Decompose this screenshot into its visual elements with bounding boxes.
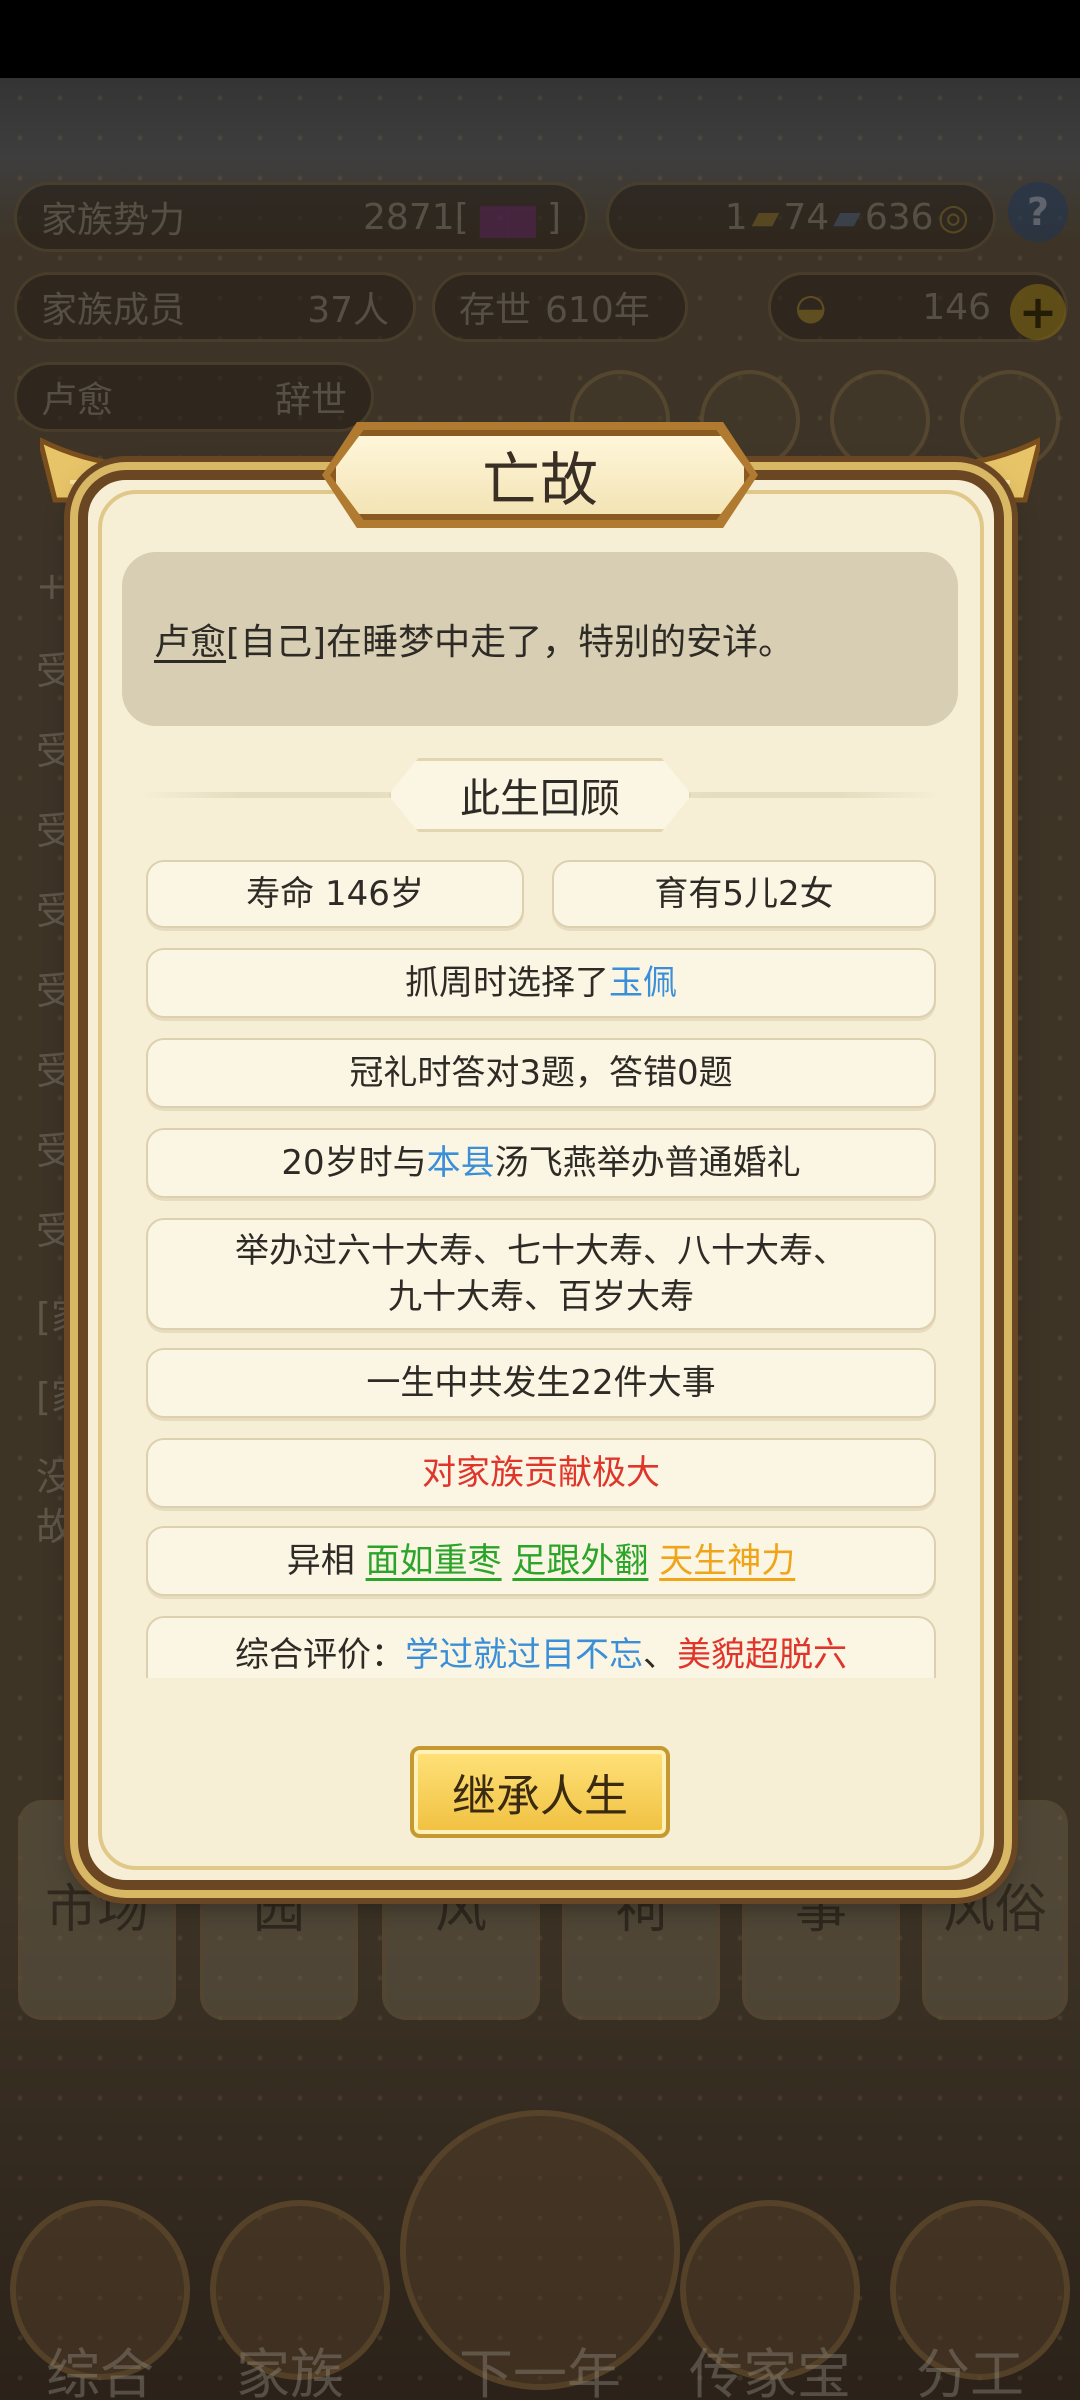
trait-link[interactable]: 天生神力 bbox=[659, 1538, 795, 1584]
evaluation-row: 综合评价： 学过就过目不忘、美貌超脱六 bbox=[146, 1616, 936, 1678]
trait-link[interactable]: 面如重枣 bbox=[366, 1538, 502, 1584]
zhuazhou-item-link[interactable]: 玉佩 bbox=[609, 960, 677, 1006]
dialog-title: 亡故 bbox=[330, 430, 750, 520]
marriage-place-link[interactable]: 本县 bbox=[427, 1140, 495, 1186]
status-bar bbox=[0, 0, 1080, 78]
evaluation-link[interactable]: 学过就过目不忘 bbox=[405, 1632, 643, 1678]
death-message-text: [自己]在睡梦中走了，特别的安详。 bbox=[226, 622, 795, 663]
lifespan-row: 寿命 146岁 bbox=[146, 860, 524, 928]
children-row: 育有5儿2女 bbox=[552, 860, 936, 928]
trait-link[interactable]: 足跟外翻 bbox=[512, 1538, 648, 1584]
life-review-header: 此生回顾 bbox=[140, 758, 940, 832]
birthdays-row: 举办过六十大寿、七十大寿、八十大寿、 九十大寿、百岁大寿 bbox=[146, 1218, 936, 1330]
death-message: 卢愈 [自己]在睡梦中走了，特别的安详。 bbox=[122, 552, 958, 726]
zhuazhou-row: 抓周时选择了 玉佩 bbox=[146, 948, 936, 1018]
life-review-list[interactable]: 寿命 146岁 育有5儿2女 抓周时选择了 玉佩 冠礼时答对3题，答错0题 20岁… bbox=[146, 858, 936, 1678]
major-events-row: 一生中共发生22件大事 bbox=[146, 1348, 936, 1418]
traits-row: 异相 面如重枣 足跟外翻 天生神力 bbox=[146, 1526, 936, 1596]
deceased-name[interactable]: 卢愈 bbox=[154, 613, 226, 665]
evaluation-link[interactable]: 美貌超脱六 bbox=[677, 1632, 847, 1678]
inherit-life-button[interactable]: 继承人生 bbox=[410, 1746, 670, 1838]
contribution-row: 对家族贡献极大 bbox=[146, 1438, 936, 1508]
coming-of-age-row: 冠礼时答对3题，答错0题 bbox=[146, 1038, 936, 1108]
life-review-title: 此生回顾 bbox=[388, 758, 692, 832]
marriage-row: 20岁时与 本县 汤飞燕举办普通婚礼 bbox=[146, 1128, 936, 1198]
